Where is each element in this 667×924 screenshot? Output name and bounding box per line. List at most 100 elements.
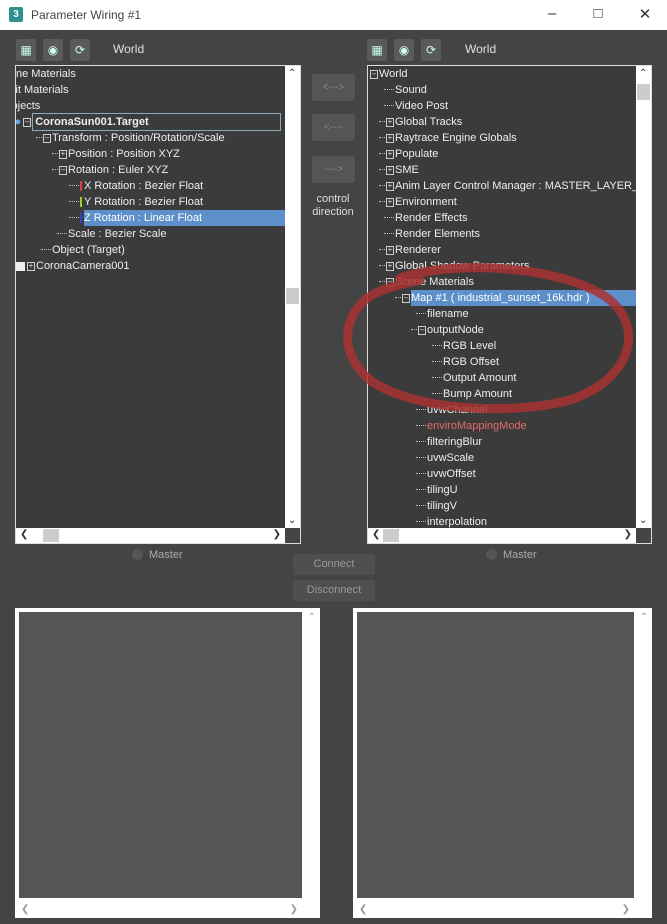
left-to-right-button[interactable]: ----> [312,156,355,183]
scroll-thumb[interactable] [383,529,399,542]
left-vertical-scrollbar[interactable]: ⌃ ⌄ [285,66,300,528]
tree-item[interactable]: + Renderer [368,242,636,258]
right-master-label: Master [503,549,537,561]
right-to-left-button[interactable]: <---- [312,114,355,141]
tree-item[interactable]: X Rotation : Bezier Float [16,178,285,194]
tree-item[interactable]: + Populate [368,146,636,162]
tree-item[interactable]: tilingV [368,498,636,514]
tree-item[interactable]: Z Rotation : Linear Float [16,210,285,226]
scroll-thumb[interactable] [43,529,59,542]
scroll-right-icon[interactable]: ❯ [273,529,281,540]
scroll-left-icon[interactable]: ❮ [21,904,29,915]
scroll-left-icon[interactable]: ❮ [359,904,367,915]
tree-connector [36,130,42,138]
tree-item[interactable]: + Global Tracks [368,114,636,130]
tree-item[interactable]: + Anim Layer Control Manager : MASTER_LAY… [368,178,636,194]
scroll-left-icon[interactable]: ❮ [372,529,380,540]
tree-item[interactable]: Medit Materials [16,82,285,98]
left-find-binoculars-icon[interactable]: ◉ [43,39,63,61]
axis-color-marker [80,181,82,191]
tree-item[interactable]: tilingU [368,482,636,498]
collapse-minus-icon[interactable]: – [43,133,51,143]
scroll-down-icon[interactable]: ⌄ [639,515,647,526]
tree-item[interactable]: enviroMappingMode [368,418,636,434]
scroll-up-icon[interactable]: ⌃ [308,612,316,623]
collapse-minus-icon[interactable]: – [23,117,32,127]
tree-item[interactable]: interpolation [368,514,636,528]
tree-item[interactable]: – World [368,66,636,82]
expand-plus-icon[interactable]: + [386,149,394,159]
expand-plus-icon[interactable]: + [386,133,394,143]
scroll-left-icon[interactable]: ❮ [20,529,28,540]
minimize-button[interactable]: – [542,5,562,22]
expand-plus-icon[interactable]: + [386,181,394,191]
collapse-minus-icon[interactable]: – [59,165,67,175]
tree-item-label: Global Tracks [395,116,463,128]
expand-plus-icon[interactable]: + [386,165,394,175]
tree-item[interactable]: + Environment [368,194,636,210]
right-expression-panel[interactable]: ⌃ ❮ ❯ [353,608,652,918]
expand-plus-icon[interactable]: + [59,149,67,159]
left-parameter-tree[interactable]: Scene Materials Medit Materials Objects▸●–… [15,65,301,544]
right-find-binoculars-icon[interactable]: ◉ [394,39,414,61]
tree-item[interactable]: filteringBlur [368,434,636,450]
tree-item[interactable]: + Position : Position XYZ [16,146,285,162]
tree-item[interactable]: Sound [368,82,636,98]
maximize-button[interactable]: □ [588,5,608,22]
tree-connector [384,210,394,218]
disconnect-button[interactable]: Disconnect [293,580,375,601]
tree-item[interactable]: Render Effects [368,210,636,226]
tree-item-label: Environment [395,196,457,208]
tree-item[interactable]: Y Rotation : Bezier Float [16,194,285,210]
tree-connector [416,514,426,522]
tree-item[interactable]: + CoronaCamera001 [16,258,285,274]
tree-item[interactable]: Render Elements [368,226,636,242]
connect-button[interactable]: Connect [293,554,375,575]
close-button[interactable]: ✕ [635,5,655,23]
scroll-right-icon[interactable]: ❯ [624,529,632,540]
tree-item-label: Object (Target) [52,244,125,256]
scroll-up-icon[interactable]: ⌃ [288,68,296,79]
tree-item[interactable]: uvwScale [368,450,636,466]
tree-item[interactable]: – Rotation : Euler XYZ [16,162,285,178]
tree-item-label: CoronaSun001.Target [32,113,281,131]
tree-connector [379,146,385,154]
collapse-minus-icon[interactable]: – [370,69,378,79]
title-bar: 3 Parameter Wiring #1 – □ ✕ [0,0,667,30]
left-tree-view-icon[interactable]: ▦ [16,39,36,61]
right-tree-view-icon[interactable]: ▦ [367,39,387,61]
scroll-up-icon[interactable]: ⌃ [639,68,647,79]
scroll-up-icon[interactable]: ⌃ [640,612,648,623]
tree-item[interactable]: uvwOffset [368,466,636,482]
right-master-radio[interactable] [486,549,497,560]
left-expression-panel[interactable]: ⌃ ❮ ❯ [15,608,320,918]
scroll-right-icon[interactable]: ❯ [290,904,298,915]
scroll-thumb[interactable] [637,84,650,100]
left-master-radio[interactable] [132,549,143,560]
expand-plus-icon[interactable]: + [386,197,394,207]
tree-item[interactable]: Objects [16,98,285,114]
tree-item[interactable]: Scale : Bezier Scale [16,226,285,242]
tree-item[interactable]: – Transform : Position/Rotation/Scale [16,130,285,146]
tree-item[interactable]: + SME [368,162,636,178]
left-expression-textarea[interactable] [19,612,302,898]
tree-item[interactable]: Scene Materials [16,66,285,82]
scroll-thumb[interactable] [286,288,299,304]
bidirectional-button[interactable]: <---> [312,74,355,101]
tree-item[interactable]: Object (Target) [16,242,285,258]
tree-item[interactable]: ▸●–CoronaSun001.Target [16,113,285,131]
right-expression-textarea[interactable] [357,612,634,898]
right-refresh-icon[interactable]: ⟳ [421,39,441,61]
left-refresh-icon[interactable]: ⟳ [70,39,90,61]
right-horizontal-scrollbar[interactable]: ❮ ❯ [368,528,636,543]
tree-item[interactable]: Video Post [368,98,636,114]
tree-item[interactable]: + Raytrace Engine Globals [368,130,636,146]
scroll-down-icon[interactable]: ⌄ [288,515,296,526]
tree-connector [57,226,67,234]
left-horizontal-scrollbar[interactable]: ❮ ❯ [16,528,285,543]
tree-connector [69,178,79,186]
expand-plus-icon[interactable]: + [386,117,394,127]
expand-plus-icon[interactable]: + [27,261,35,271]
scroll-right-icon[interactable]: ❯ [622,904,630,915]
expand-plus-icon[interactable]: + [386,245,394,255]
